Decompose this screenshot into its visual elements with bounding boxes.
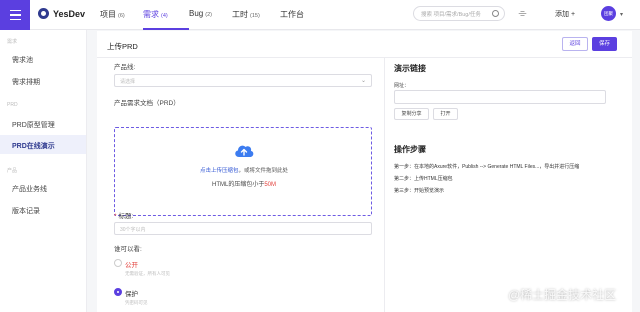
public-option-label[interactable]: 公开	[125, 259, 138, 269]
cloud-upload-icon	[235, 145, 254, 157]
search-input[interactable]: 搜索 项目/需求/Bug/任务	[413, 6, 505, 21]
nav-label: Bug	[189, 9, 204, 18]
nav-count: (6)	[118, 13, 125, 19]
avatar[interactable]: 团聚	[601, 6, 616, 21]
sidebar-item-requirement-pool[interactable]: 需求池	[0, 49, 86, 68]
product-line-label: 产品线:	[114, 64, 136, 71]
top-bar: YesDev 项目 (6) 需求 (4) Bug (2) 工时 (15) 工作台 搜索 …	[0, 0, 640, 30]
upload-size-hint: HTML的压缩包小于50M	[115, 179, 373, 188]
brand-name: YesDev	[53, 8, 86, 19]
upload-hint-text: HTML的压缩包小于	[211, 182, 265, 188]
demo-link-title: 演示链接	[394, 64, 426, 73]
nav-count: (4)	[161, 13, 168, 19]
nav-label: 工时	[232, 10, 248, 19]
title-placeholder: 30个字以内	[120, 227, 146, 233]
return-button[interactable]: 返回	[562, 37, 588, 51]
nav-projects[interactable]: 项目 (6)	[100, 0, 143, 30]
watermark: @稀土掘金技术社区	[508, 288, 617, 302]
steps-title: 操作步骤	[394, 145, 426, 154]
upload-link[interactable]: 点击上传压缩包	[200, 168, 239, 174]
save-button[interactable]: 保存	[592, 37, 617, 51]
visibility-label: 谁可以看:	[114, 246, 142, 253]
required-mark: *	[114, 213, 117, 220]
upload-instruction: 点击上传压缩包，或将文件拖到此处	[115, 166, 373, 174]
nav-requirements[interactable]: 需求 (4)	[143, 0, 189, 30]
copy-share-button[interactable]: 复制分享	[394, 108, 429, 120]
sidebar-item-product-line[interactable]: 产品业务线	[0, 178, 86, 197]
sidebar-group-label: 产品	[7, 168, 18, 174]
sidebar-group-label: PRD	[7, 102, 18, 108]
open-button[interactable]: 打开	[433, 108, 458, 120]
divider	[97, 57, 632, 58]
prd-doc-label: 产品需求文档（PRD）	[114, 100, 180, 107]
title-label: * 标题:	[114, 210, 133, 220]
chevron-down-icon[interactable]: ▾	[620, 11, 623, 18]
nav-count: (15)	[250, 13, 260, 19]
step-item: 第三步：开始预览演示	[394, 188, 445, 194]
sidebar-item-version-log[interactable]: 版本记录	[0, 200, 86, 219]
nav-label: 项目	[100, 10, 116, 19]
upload-text: ，或将文件拖到此处	[238, 168, 289, 174]
nav-count: (2)	[205, 12, 212, 18]
sidebar-item-requirement-schedule[interactable]: 需求排期	[0, 71, 86, 90]
url-label: 网址：	[394, 83, 410, 89]
title-label-text: 标题:	[118, 213, 134, 220]
protected-option-label[interactable]: 保护	[125, 288, 138, 298]
main-panel: 上传PRD 返回 保存 产品线: 请选择 ⌄ 产品需求文档（PRD） 点击上传压…	[97, 31, 632, 312]
nav-bugs[interactable]: Bug (2)	[189, 0, 232, 30]
sidebar-item-prd-demo[interactable]: PRD在线演示	[0, 135, 86, 154]
sidebar-item-prd-prototype[interactable]: PRD原型管理	[0, 114, 86, 133]
brand-logo-icon	[38, 8, 49, 19]
nav-label: 需求	[143, 10, 159, 19]
upload-dropzone[interactable]: 点击上传压缩包，或将文件拖到此处 HTML的压缩包小于50M	[114, 127, 372, 216]
step-item: 第二步：上传HTML压缩包	[394, 176, 453, 182]
select-placeholder: 请选择	[120, 79, 136, 85]
sidebar: 需求 需求池 需求排期 PRD PRD原型管理 PRD在线演示 产品 产品业务线…	[0, 30, 87, 312]
step-item: 第一步：在本地的Axure软件，Publish --> Generate HTM…	[394, 164, 580, 170]
page-title: 上传PRD	[107, 42, 138, 51]
product-line-select[interactable]: 请选择 ⌄	[114, 74, 372, 87]
search-icon	[492, 10, 499, 17]
public-radio[interactable]	[114, 259, 122, 267]
nav-worktime[interactable]: 工时 (15)	[232, 0, 280, 30]
url-field[interactable]	[394, 90, 606, 104]
title-input[interactable]: 30个字以内	[114, 222, 372, 235]
chevron-down-icon: ⌄	[360, 78, 366, 84]
divider	[384, 58, 385, 312]
add-button[interactable]: 添加 +	[555, 9, 575, 19]
nav-label: 工作台	[280, 10, 304, 19]
bell-icon[interactable]: ⌯	[517, 8, 528, 20]
upload-limit: 50M	[264, 182, 276, 188]
menu-icon[interactable]	[0, 0, 30, 30]
brand[interactable]: YesDev	[38, 8, 85, 19]
public-option-desc: 无需验证，所有人可见	[125, 271, 170, 276]
nav-workbench[interactable]: 工作台	[280, 0, 320, 30]
search-placeholder: 搜索 项目/需求/Bug/任务	[421, 12, 481, 18]
main-nav: 项目 (6) 需求 (4) Bug (2) 工时 (15) 工作台	[100, 0, 320, 30]
protected-radio[interactable]	[114, 288, 122, 296]
sidebar-group-label: 需求	[7, 39, 18, 45]
protected-option-desc: 凭密码可见	[125, 300, 148, 305]
